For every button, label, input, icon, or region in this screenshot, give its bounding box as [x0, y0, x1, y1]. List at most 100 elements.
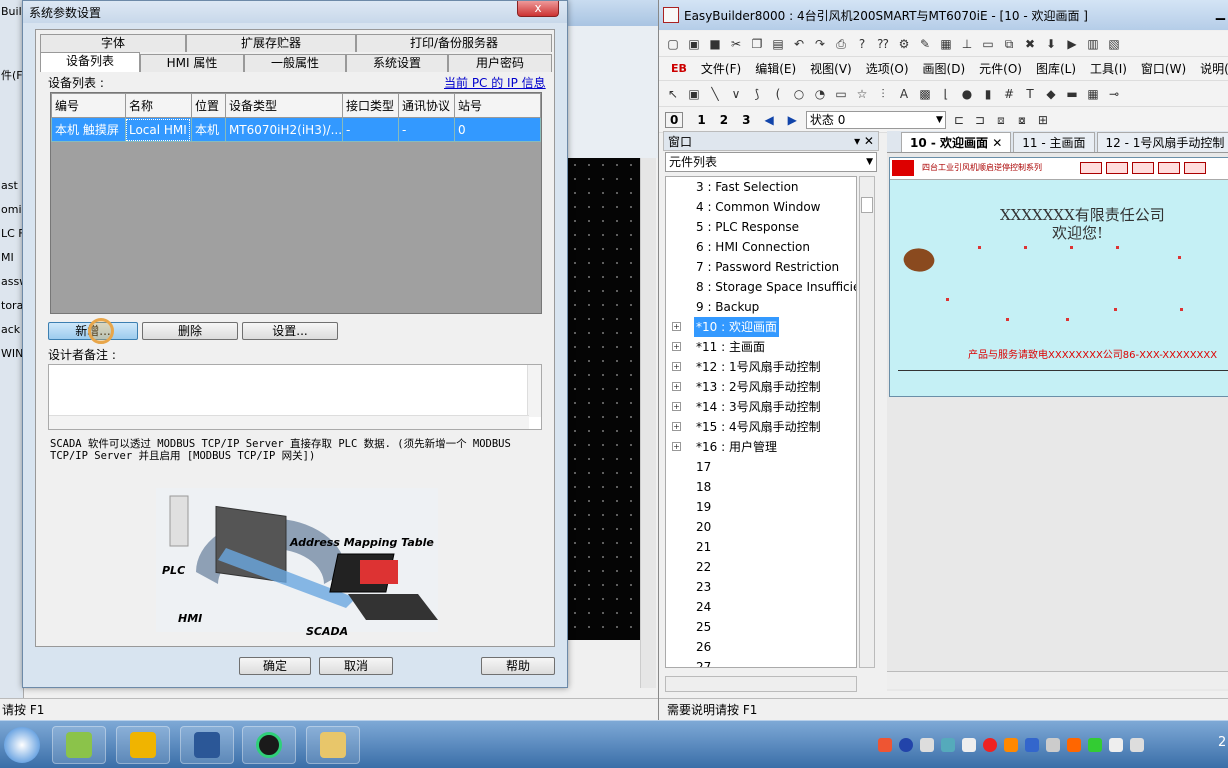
expand-icon[interactable]: + — [672, 382, 681, 391]
scroll-thumb[interactable] — [861, 197, 873, 213]
tree-item[interactable]: 8 : Storage Space Insufficien — [666, 277, 856, 297]
bg-item[interactable]: LC F — [0, 222, 23, 246]
volume-icon[interactable] — [1130, 738, 1144, 752]
panel-type-select[interactable]: 元件列表 ▼ — [665, 152, 877, 172]
menu-objects[interactable]: 元件(O) — [979, 60, 1022, 77]
expand-icon[interactable]: + — [672, 442, 681, 451]
tree-item[interactable]: + *10 : 欢迎画面 — [666, 317, 856, 337]
taskbar-app-file[interactable] — [116, 726, 170, 764]
col-interface[interactable]: 接口类型 — [342, 93, 399, 118]
network-icon[interactable] — [1109, 738, 1123, 752]
layer-2[interactable]: 2 — [720, 113, 728, 127]
designer-note-textarea[interactable] — [48, 364, 542, 430]
lamp-icon[interactable]: ● — [959, 86, 975, 102]
tray-icon[interactable] — [1067, 738, 1081, 752]
expand-icon[interactable]: + — [672, 362, 681, 371]
tab-font[interactable]: 字体 — [40, 34, 186, 52]
text-icon[interactable]: A — [896, 86, 912, 102]
bracket-icon[interactable]: ⌊ — [938, 86, 954, 102]
paste-icon[interactable]: ▤ — [770, 36, 786, 52]
tree-item[interactable]: 6 : HMI Connection — [666, 237, 856, 257]
menu-tools[interactable]: 工具(I) — [1090, 60, 1127, 77]
monitor-icon[interactable]: ▥ — [1085, 36, 1101, 52]
cancel-button[interactable]: 取消 — [319, 657, 393, 675]
ime-s-icon[interactable] — [878, 738, 892, 752]
tree-item[interactable]: 25 — [666, 617, 856, 637]
grid-icon[interactable]: ▦ — [938, 36, 954, 52]
tree-item[interactable]: 19 — [666, 497, 856, 517]
star-icon[interactable]: ☆ — [854, 86, 870, 102]
align-right-icon[interactable]: ⊐ — [972, 112, 988, 128]
usb-icon[interactable] — [941, 738, 955, 752]
menu-file[interactable]: 文件(F) — [701, 60, 741, 77]
tools-icon[interactable]: ✖ — [1022, 36, 1038, 52]
bg-item[interactable]: 件(F) — [0, 64, 23, 88]
group-icon[interactable]: ⧈ — [993, 112, 1009, 128]
new-file-icon[interactable]: ▢ — [665, 36, 681, 52]
tray-icon[interactable] — [1088, 738, 1102, 752]
shield-icon[interactable] — [1004, 738, 1018, 752]
redo-icon[interactable]: ↷ — [812, 36, 828, 52]
tray-icon[interactable] — [962, 738, 976, 752]
rectangle-icon[interactable]: ▭ — [833, 86, 849, 102]
pen-icon[interactable]: ✎ — [917, 36, 933, 52]
print-icon[interactable]: ⎙ — [833, 36, 849, 52]
cell-protocol[interactable]: - — [398, 117, 455, 142]
start-button[interactable] — [4, 727, 40, 763]
tray-icon[interactable] — [920, 738, 934, 752]
simulate-icon[interactable]: ▶ — [1064, 36, 1080, 52]
clock[interactable]: 2 — [1218, 735, 1228, 750]
table-row[interactable]: 本机 触摸屏 Local HMI 本机 MT6070iH2(iH3)/... -… — [51, 117, 542, 142]
col-station[interactable]: 站号 — [453, 93, 542, 118]
taskbar-app-recorder[interactable] — [242, 726, 296, 764]
tree-item[interactable]: 23 — [666, 577, 856, 597]
cell-device-type[interactable]: MT6070iH2(iH3)/... — [224, 117, 344, 142]
tab-print-backup-server[interactable]: 打印/备份服务器 — [356, 34, 552, 52]
col-name[interactable]: 名称 — [124, 93, 192, 118]
tab-10-welcome[interactable]: 10 - 欢迎画面 ✕ — [901, 132, 1012, 152]
curve-icon[interactable]: ( — [770, 86, 786, 102]
menu-view[interactable]: 视图(V) — [810, 60, 852, 77]
help-tray-icon[interactable] — [899, 738, 913, 752]
tree-item[interactable]: + *12 : 1号风扇手动控制 — [666, 357, 856, 377]
tree-item[interactable]: 9 : Backup — [666, 297, 856, 317]
circle-icon[interactable]: ○ — [791, 86, 807, 102]
help-button[interactable]: 帮助 — [481, 657, 555, 675]
expand-icon[interactable]: + — [672, 322, 681, 331]
expand-icon[interactable]: + — [672, 402, 681, 411]
ungroup-icon[interactable]: ⧇ — [1014, 112, 1030, 128]
bg-item[interactable]: tora — [0, 294, 23, 318]
device-settings-button[interactable]: 设置... — [242, 322, 338, 340]
tree-item[interactable]: 27 — [666, 657, 856, 667]
arc-icon[interactable]: ⟆ — [749, 86, 765, 102]
cell-number[interactable]: 本机 触摸屏 — [51, 117, 126, 142]
align-icon[interactable]: ⊥ — [959, 36, 975, 52]
taskbar-app-word[interactable] — [180, 726, 234, 764]
pie-icon[interactable]: ◔ — [812, 86, 828, 102]
tab-general[interactable]: 一般属性 — [244, 54, 346, 72]
tree-item[interactable]: 22 — [666, 557, 856, 577]
bg-item[interactable]: ast — [0, 174, 23, 198]
cell-interface[interactable]: - — [342, 117, 399, 142]
tree-item[interactable]: 21 — [666, 537, 856, 557]
delete-device-button[interactable]: 删除 — [142, 322, 238, 340]
bg-scrollbar[interactable] — [640, 158, 656, 688]
tree-item[interactable]: 5 : PLC Response — [666, 217, 856, 237]
tab-device-list[interactable]: 设备列表 — [40, 52, 140, 72]
layer-3[interactable]: 3 — [742, 113, 750, 127]
help-icon[interactable]: ? — [854, 36, 870, 52]
tab-12-fan1[interactable]: 12 - 1号风扇手动控制 — [1096, 132, 1228, 152]
panel-close-icon[interactable]: ▾ ✕ — [854, 134, 874, 148]
bg-item[interactable]: MI — [0, 246, 23, 270]
pointer-icon[interactable]: ↖ — [665, 86, 681, 102]
expand-icon[interactable]: + — [672, 342, 681, 351]
tree-item[interactable]: + *13 : 2号风扇手动控制 — [666, 377, 856, 397]
tab-hmi-properties[interactable]: HMI 属性 — [140, 54, 244, 72]
window-icon[interactable]: ▭ — [980, 36, 996, 52]
note-vscrollbar[interactable] — [527, 365, 541, 417]
compile-icon[interactable]: ⚙ — [896, 36, 912, 52]
screen-canvas[interactable]: 四台工业引风机顺启逆停控制系列 XXXXXXX有限责任公司 欢迎您! 产品与服务… — [889, 157, 1228, 397]
menu-library[interactable]: 图库(L) — [1036, 60, 1076, 77]
tab-extended-memory[interactable]: 扩展存贮器 — [186, 34, 356, 52]
tab-11-main[interactable]: 11 - 主画面 — [1013, 132, 1095, 152]
